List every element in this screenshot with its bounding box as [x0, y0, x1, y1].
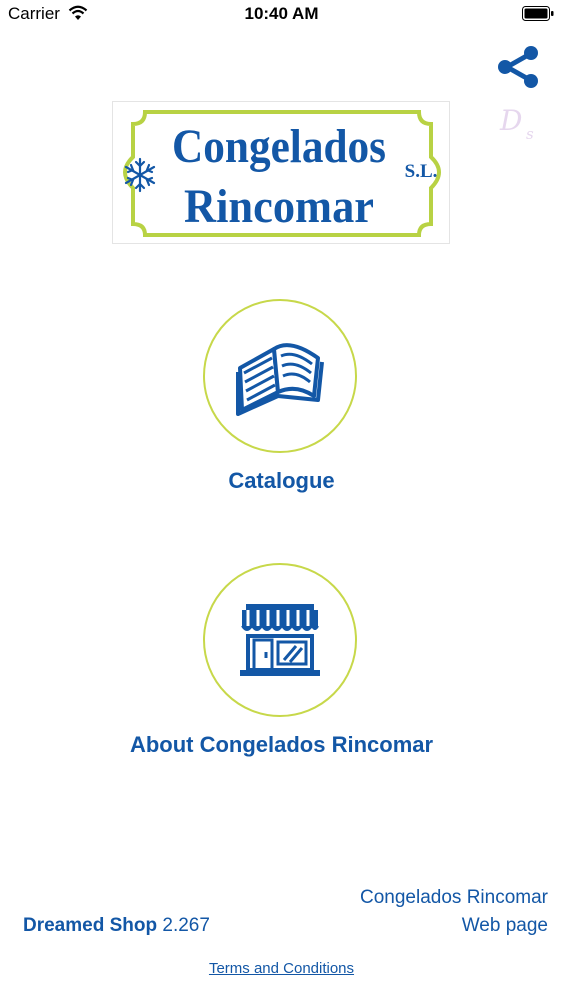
- web-page-link[interactable]: Web page: [462, 915, 548, 937]
- status-time: 10:40 AM: [244, 4, 319, 23]
- ds-logo-icon[interactable]: D s: [496, 103, 544, 143]
- open-book-icon: [236, 343, 324, 416]
- shop-storefront-icon: [240, 604, 320, 676]
- status-bar: Carrier 10:40 AM: [0, 0, 563, 30]
- brand-line2: Rincomar: [184, 180, 374, 233]
- app-name: Dreamed Shop: [23, 915, 158, 936]
- brand-line1: Congelados: [172, 120, 386, 173]
- about-button[interactable]: [203, 563, 357, 717]
- brand-suffix: S.L.: [405, 161, 438, 182]
- catalogue-label[interactable]: Catalogue: [0, 468, 563, 494]
- footer-company-name: Congelados Rincomar: [360, 887, 548, 908]
- svg-text:s: s: [526, 125, 534, 143]
- brand-logo-graphic: Congelados Rincomar S.L.: [123, 110, 441, 237]
- brand-logo: Congelados Rincomar S.L.: [112, 101, 450, 244]
- terms-link[interactable]: Terms and Conditions: [0, 960, 563, 977]
- about-label[interactable]: About Congelados Rincomar: [0, 732, 563, 758]
- app-version: 2.267: [162, 915, 210, 936]
- app-version-info: Dreamed Shop 2.267: [23, 915, 210, 937]
- catalogue-button[interactable]: [203, 299, 357, 453]
- battery-icon: [522, 6, 554, 21]
- svg-text:D: D: [499, 104, 522, 137]
- share-icon[interactable]: [494, 43, 542, 91]
